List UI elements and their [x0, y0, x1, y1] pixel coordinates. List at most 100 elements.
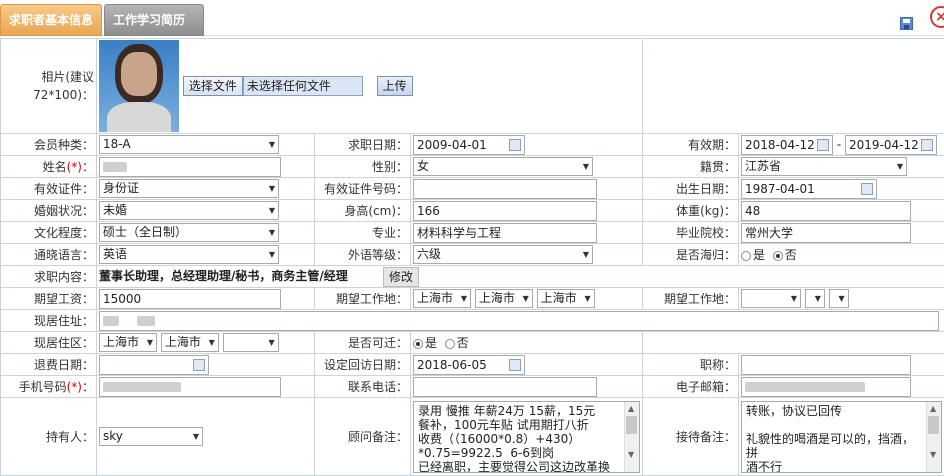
file-status: 未选择任何文件 — [242, 76, 363, 96]
major-label: 专业： — [314, 221, 411, 244]
education-select[interactable]: 硕士（全日制） ▼ — [99, 223, 279, 242]
major-input[interactable]: 材料科学与工程 — [413, 222, 597, 243]
weight-input[interactable]: 48 — [741, 200, 912, 221]
title-input[interactable] — [741, 354, 912, 375]
id-type-label: 有效证件： — [0, 177, 97, 200]
valid-to-value: 2019-04-12 — [849, 137, 919, 152]
name-input[interactable] — [99, 156, 281, 177]
edit-job-button[interactable]: 修改 — [383, 266, 420, 287]
relocate-yes-radio[interactable] — [413, 338, 423, 349]
language-select[interactable]: 英语 ▼ — [99, 245, 279, 264]
gender-select[interactable]: 女 ▼ — [413, 157, 593, 176]
height-input[interactable]: 166 — [413, 200, 597, 221]
work-city-select[interactable]: 上海市 ▼ — [474, 289, 533, 308]
marital-select[interactable]: 未婚 ▼ — [99, 201, 279, 220]
notes-row: 持有人： sky ▼ 顾问备注： 录用 慢推 年薪24万 15薪，15元 餐补，1… — [0, 397, 944, 476]
area-district-select[interactable]: ▼ — [222, 333, 279, 352]
calendar-icon[interactable] — [509, 138, 521, 151]
native-select[interactable]: 江苏省 ▼ — [741, 157, 908, 176]
id-number-label: 有效证件号码： — [314, 177, 411, 200]
advisor-note-textarea[interactable]: 录用 慢推 年薪24万 15薪，15元 餐补，100元车贴 试用期打八折 收费（… — [413, 400, 641, 473]
member-type-select[interactable]: 18-A ▼ — [99, 135, 279, 154]
tel-input[interactable] — [413, 376, 597, 397]
language-label: 通晓语言： — [0, 243, 97, 266]
valid-to-input[interactable]: 2019-04-12 — [845, 134, 938, 155]
language-level-select[interactable]: 六级 ▼ — [413, 245, 593, 264]
work-location2-province-select[interactable]: ▼ — [741, 289, 802, 308]
valid-separator: - — [836, 137, 842, 151]
visit-date-input[interactable]: 2018-06-05 — [413, 354, 525, 375]
calendar-icon[interactable] — [921, 138, 934, 151]
phone-label-text: 手机号码 — [18, 380, 67, 394]
marital-value: 未婚 — [103, 203, 128, 217]
member-row: 会员种类： 18-A ▼ 求职日期： 2009-04-01 有效期： 2018-0… — [0, 133, 944, 156]
name-label: 姓名(*)： — [0, 155, 97, 178]
address-redacted — [103, 316, 119, 326]
phone-row: 手机号码(*)： 联系电话： 电子邮箱： — [0, 375, 944, 398]
school-input[interactable]: 常州大学 — [741, 222, 912, 243]
work-province-value: 上海市 — [417, 291, 454, 305]
weight-label: 体重(kg)： — [642, 199, 740, 222]
phone-redacted — [103, 382, 181, 392]
area-city-select[interactable]: 上海市 ▼ — [160, 333, 219, 352]
work-province-select[interactable]: 上海市 ▼ — [413, 289, 471, 308]
overseas-yes-radio[interactable] — [741, 250, 752, 261]
calendar-icon[interactable] — [509, 358, 521, 371]
choose-file-button[interactable]: 选择文件 — [182, 76, 243, 96]
area-province-value: 上海市 — [103, 335, 140, 349]
birth-date-input[interactable]: 1987-04-01 — [741, 178, 878, 199]
job-row: 求职内容： 董事长助理，总经理助理/秘书，商务主管/经理 修改 — [0, 265, 944, 288]
colon: ： — [81, 160, 94, 174]
work-location2-city-select[interactable]: ▼ — [804, 289, 825, 308]
colon: ： — [81, 380, 94, 394]
email-redacted — [745, 382, 866, 392]
area-province-select[interactable]: 上海市 ▼ — [99, 333, 157, 352]
overseas-label: 是否海归： — [642, 243, 740, 266]
owner-select[interactable]: sky ▼ — [99, 427, 203, 446]
calendar-icon[interactable] — [861, 182, 874, 195]
reception-note-label: 接待备注： — [642, 397, 740, 476]
address-input[interactable] — [99, 310, 939, 331]
work-location2-district-select[interactable]: ▼ — [828, 289, 849, 308]
relocate-yes-label: 是 — [425, 336, 438, 350]
birth-date-label: 出生日期： — [642, 177, 740, 200]
scrollbar[interactable] — [926, 401, 942, 472]
scrollbar[interactable] — [624, 401, 640, 472]
id-number-input[interactable] — [413, 178, 597, 199]
advisor-note-text: 录用 慢推 年薪24万 15薪，15元 餐补，100元车贴 试用期打八折 收费（… — [418, 403, 611, 473]
calendar-icon[interactable] — [193, 358, 205, 371]
name-row: 姓名(*)： 性别： 女 ▼ 籍贯： 江苏省 ▼ — [0, 155, 944, 178]
email-label: 电子邮箱： — [642, 375, 740, 398]
title-label: 职称： — [642, 353, 740, 376]
job-content-value: 董事长助理，总经理助理/秘书，商务主管/经理 — [99, 269, 348, 283]
required-mark: (*) — [66, 380, 82, 394]
address-label: 现居住址： — [0, 309, 97, 332]
overseas-no-radio[interactable] — [772, 250, 783, 261]
relocate-no-radio[interactable] — [444, 338, 455, 349]
close-icon[interactable]: × — [930, 6, 944, 28]
reception-note-textarea[interactable]: 转账，协议已回传 礼貌性的喝酒是可以的，挡酒，拼 酒不行 倾向于对外商务和项目管… — [741, 400, 943, 473]
calendar-icon[interactable] — [817, 138, 830, 151]
area-row: 现居住区： 上海市 ▼ 上海市 ▼ ▼ 是否可迁： 是 否 — [0, 331, 944, 354]
id-type-select[interactable]: 身份证 ▼ — [99, 179, 279, 198]
refund-date-input[interactable] — [99, 354, 209, 375]
phone-input[interactable] — [99, 376, 281, 397]
gender-label: 性别： — [314, 155, 411, 178]
tab-basic-info[interactable]: 求职者基本信息 — [0, 4, 102, 36]
birth-date-value: 1987-04-01 — [745, 181, 815, 196]
area-label: 现居住区： — [0, 331, 97, 354]
upload-button[interactable]: 上传 — [376, 76, 413, 96]
tab-work-resume[interactable]: 工作学习简历 — [104, 4, 204, 36]
valid-from-value: 2018-04-12 — [745, 137, 815, 152]
save-icon[interactable] — [900, 17, 913, 30]
required-mark: (*) — [66, 160, 82, 174]
address-row: 现居住址： — [0, 309, 944, 332]
education-label: 文化程度： — [0, 221, 97, 244]
work-district-select[interactable]: 上海市 ▼ — [536, 289, 595, 308]
work-district-value: 上海市 — [540, 291, 577, 305]
photo-label: 相片(建议72*100)： — [0, 38, 97, 134]
apply-date-input[interactable]: 2009-04-01 — [413, 134, 525, 155]
salary-input[interactable]: 15000 — [99, 288, 281, 309]
email-input[interactable] — [741, 376, 912, 397]
valid-from-input[interactable]: 2018-04-12 — [741, 134, 834, 155]
